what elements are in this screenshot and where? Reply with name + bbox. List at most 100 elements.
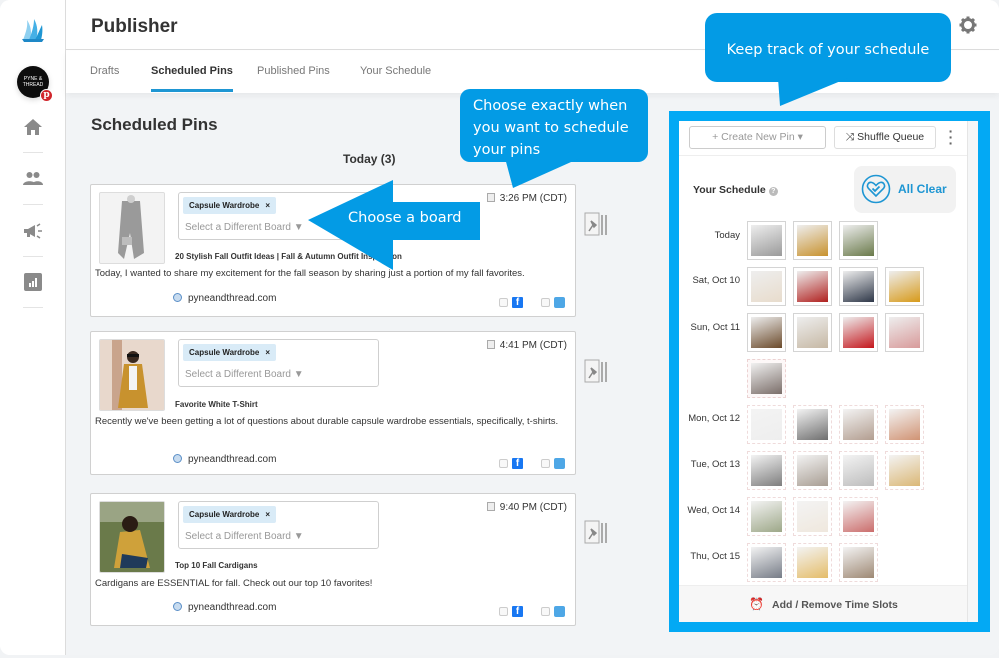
board-tag-label: Capsule Wardrobe — [189, 510, 260, 519]
pin-link[interactable]: pyneandthread.com — [173, 602, 276, 613]
scheduled-pin-thumbnail[interactable] — [747, 267, 786, 306]
more-options-icon[interactable]: · · · — [947, 124, 955, 150]
board-tag-label: Capsule Wardrobe — [189, 201, 260, 210]
thumbnail-image — [751, 409, 782, 440]
scheduled-pin-thumbnail[interactable] — [747, 313, 786, 352]
create-new-pin-button[interactable]: + Create New Pin ▾ — [689, 126, 826, 149]
pin-link[interactable]: pyneandthread.com — [173, 454, 276, 465]
scheduled-pin-thumbnail[interactable] — [839, 221, 878, 260]
facebook-checkbox[interactable] — [499, 298, 508, 307]
share-options: f — [499, 606, 565, 617]
footer-label: Add / Remove Time Slots — [772, 599, 898, 611]
pin-image[interactable] — [99, 501, 165, 573]
scheduled-pin-thumbnail[interactable] — [793, 497, 832, 536]
schedule-day-label: Thu, Oct 15 — [690, 551, 740, 562]
facebook-checkbox[interactable] — [499, 607, 508, 616]
scheduled-pin-thumbnail[interactable] — [885, 313, 924, 352]
schedule-day-label: Sun, Oct 11 — [690, 322, 740, 333]
callout-choose-board: Choose a board — [348, 210, 462, 226]
pin-title[interactable]: Favorite White T-Shirt — [175, 400, 258, 409]
thumbnail-image — [797, 501, 828, 532]
scheduled-pin-thumbnail[interactable] — [885, 405, 924, 444]
tab-scheduled-pins[interactable]: Scheduled Pins — [151, 65, 233, 92]
pin-now-icon[interactable] — [583, 358, 609, 386]
thumbnail-image — [843, 225, 874, 256]
scheduled-pin-thumbnail[interactable] — [839, 451, 878, 490]
board-selector[interactable]: Capsule Wardrobe × Select a Different Boa… — [178, 339, 379, 387]
scheduled-pin-thumbnail[interactable] — [793, 451, 832, 490]
pin-link[interactable]: pyneandthread.com — [173, 293, 276, 304]
facebook-checkbox[interactable] — [499, 459, 508, 468]
scheduled-pin-thumbnail[interactable] — [839, 497, 878, 536]
tab-your-schedule[interactable]: Your Schedule — [360, 65, 431, 89]
profile-avatar[interactable]: PYNE & THREAD p — [17, 66, 53, 102]
scheduled-pin-thumbnail[interactable] — [747, 221, 786, 260]
pin-time-text: 3:26 PM (CDT) — [499, 193, 567, 204]
help-icon[interactable]: ? — [768, 187, 778, 196]
thumbnail-image — [751, 271, 782, 302]
remove-board-button[interactable]: × — [265, 510, 270, 519]
schedule-title-text: Your Schedule — [693, 184, 766, 196]
select-board-dropdown[interactable]: Select a Different Board ▼ — [185, 222, 304, 233]
scheduled-pin-thumbnail[interactable] — [747, 497, 786, 536]
scheduled-pin-thumbnail[interactable] — [747, 451, 786, 490]
scheduled-pin-thumbnail[interactable] — [793, 221, 832, 260]
tab-drafts[interactable]: Drafts — [90, 65, 119, 89]
pin-title[interactable]: Top 10 Fall Cardigans — [175, 561, 258, 570]
pin-description[interactable]: Cardigans are ESSENTIAL for fall. Check … — [95, 577, 563, 590]
schedule-highlight-frame: + Create New Pin ▾ ⤨ Shuffle Queue · · · Y… — [669, 111, 990, 632]
remove-board-button[interactable]: × — [265, 348, 270, 357]
scheduled-pin-thumbnail[interactable] — [839, 267, 878, 306]
pin-image[interactable] — [99, 339, 165, 411]
pin-card: Capsule Wardrobe × Select a Different Boa… — [90, 493, 576, 626]
scheduled-pin-thumbnail[interactable] — [885, 267, 924, 306]
board-tag-label: Capsule Wardrobe — [189, 348, 260, 357]
scheduled-pin-thumbnail[interactable] — [885, 451, 924, 490]
pin-now-icon[interactable] — [583, 211, 609, 239]
schedule-day-label: Sat, Oct 10 — [692, 275, 740, 286]
board-selector[interactable]: Capsule Wardrobe × Select a Different Boa… — [178, 501, 379, 549]
megaphone-icon[interactable] — [22, 220, 44, 242]
scheduled-pin-thumbnail[interactable] — [793, 405, 832, 444]
team-icon[interactable] — [22, 168, 44, 190]
twitter-checkbox[interactable] — [541, 298, 550, 307]
pin-description[interactable]: Recently we've been getting a lot of que… — [95, 415, 563, 428]
analytics-icon[interactable] — [22, 271, 44, 293]
remove-board-button[interactable]: × — [265, 201, 270, 210]
section-title: Scheduled Pins — [91, 115, 218, 134]
add-remove-time-slots-button[interactable]: ⏰ Add / Remove Time Slots — [679, 585, 968, 622]
scheduled-pin-thumbnail[interactable] — [793, 313, 832, 352]
all-clear-status[interactable]: All Clear — [854, 166, 956, 213]
schedule-title: Your Schedule? — [693, 184, 778, 196]
thumbnail-image — [751, 363, 782, 394]
home-icon[interactable] — [22, 116, 44, 138]
pin-time[interactable]: 4:41 PM (CDT) — [486, 340, 567, 351]
twitter-checkbox[interactable] — [541, 607, 550, 616]
scheduled-pin-thumbnail[interactable] — [839, 543, 878, 582]
scheduled-pin-thumbnail[interactable] — [747, 405, 786, 444]
pin-time[interactable]: 9:40 PM (CDT) — [486, 502, 567, 513]
thumbnail-image — [843, 409, 874, 440]
select-board-dropdown[interactable]: Select a Different Board ▼ — [185, 369, 304, 380]
all-clear-label: All Clear — [898, 182, 947, 196]
thumbnail-image — [889, 455, 920, 486]
shuffle-queue-button[interactable]: ⤨ Shuffle Queue — [834, 126, 936, 149]
scheduled-pin-thumbnail[interactable] — [747, 359, 786, 398]
select-board-dropdown[interactable]: Select a Different Board ▼ — [185, 531, 304, 542]
twitter-checkbox[interactable] — [541, 459, 550, 468]
pin-image[interactable] — [99, 192, 165, 264]
thumbnail-image — [797, 409, 828, 440]
facebook-icon: f — [512, 606, 523, 617]
pin-time[interactable]: 3:26 PM (CDT) — [486, 193, 567, 204]
nav-divider — [23, 256, 43, 257]
app-logo[interactable] — [20, 18, 46, 42]
scheduled-pin-thumbnail[interactable] — [839, 313, 878, 352]
gear-icon[interactable] — [959, 16, 977, 34]
scheduled-pin-thumbnail[interactable] — [839, 405, 878, 444]
tab-published-pins[interactable]: Published Pins — [257, 65, 330, 89]
scheduled-pin-thumbnail[interactable] — [793, 543, 832, 582]
page-title: Publisher — [91, 16, 178, 37]
scheduled-pin-thumbnail[interactable] — [793, 267, 832, 306]
pin-now-icon[interactable] — [583, 519, 609, 547]
scheduled-pin-thumbnail[interactable] — [747, 543, 786, 582]
